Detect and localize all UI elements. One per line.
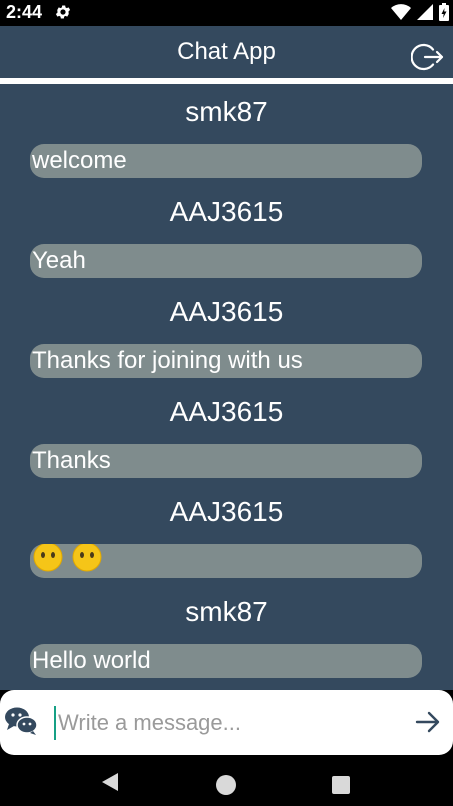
logout-button[interactable] (410, 40, 445, 74)
message-item: AAJ3615 Thanks for joining with us (0, 284, 453, 384)
message-sender: AAJ3615 (169, 396, 284, 427)
system-navigation-bar (0, 756, 453, 806)
signal-icon (417, 4, 433, 25)
message-composer (0, 690, 453, 755)
message-bubble[interactable]: Thanks (30, 444, 422, 478)
app-bar: Chat App (0, 26, 453, 78)
message-bubble-emoji[interactable] (30, 544, 422, 578)
message-bubble[interactable]: Thanks for joining with us (30, 344, 422, 378)
message-bubble[interactable]: welcome (30, 144, 422, 178)
chat-bubbles-icon[interactable] (4, 706, 38, 741)
message-bubble[interactable]: Hello world (30, 644, 422, 678)
message-bubble[interactable]: Yeah (30, 244, 422, 278)
back-icon[interactable] (100, 771, 120, 798)
message-item: smk87 welcome (0, 84, 453, 184)
message-item: smk87 Hello world (0, 584, 453, 684)
status-icons (391, 3, 449, 26)
logout-icon (410, 43, 445, 78)
recents-icon[interactable] (332, 776, 350, 794)
send-arrow-icon (415, 711, 441, 738)
message-item: AAJ3615 Thanks (0, 384, 453, 484)
message-sender: AAJ3615 (169, 496, 284, 527)
home-icon[interactable] (216, 775, 236, 795)
message-sender: smk87 (185, 96, 268, 127)
status-time: 2:44 (6, 2, 43, 22)
app-title: Chat App (177, 38, 276, 65)
gear-icon (54, 3, 72, 26)
message-item: AAJ3615 (0, 484, 453, 584)
send-button[interactable] (415, 710, 441, 739)
message-input[interactable] (54, 706, 398, 740)
neutral-face-emoji-icon (32, 544, 64, 578)
message-sender: smk87 (185, 596, 268, 627)
message-sender: AAJ3615 (169, 296, 284, 327)
status-bar: 2:44 (0, 0, 453, 26)
neutral-face-emoji-icon (71, 544, 103, 578)
wifi-icon (391, 4, 411, 25)
message-sender: AAJ3615 (169, 196, 284, 227)
message-item: AAJ3615 Yeah (0, 184, 453, 284)
chat-message-list[interactable]: smk87 welcome AAJ3615 Yeah AAJ3615 Thank… (0, 84, 453, 690)
battery-icon (439, 3, 449, 26)
